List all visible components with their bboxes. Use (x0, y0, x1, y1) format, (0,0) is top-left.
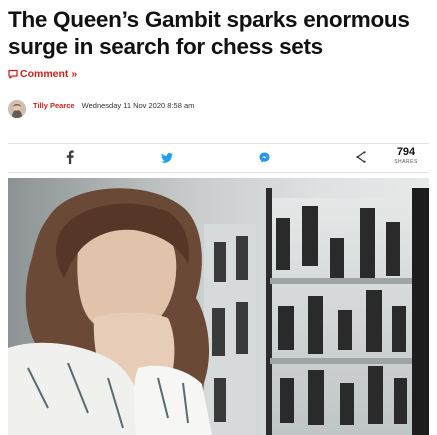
comment-icon (8, 69, 18, 79)
share-button[interactable] (347, 148, 375, 170)
twitter-icon (161, 150, 173, 168)
share-count-label: SHARES (394, 159, 418, 165)
share-icon (356, 150, 366, 168)
share-bar: 794 SHARES (8, 143, 429, 173)
share-count: 794 SHARES (386, 147, 426, 165)
article-headline: The Queen’s Gambit sparks enormous surge… (8, 7, 410, 59)
author-name[interactable]: Tilly Pearce (33, 101, 75, 110)
facebook-icon (66, 150, 74, 169)
comment-label: Comment » (20, 68, 78, 80)
share-count-number: 794 (396, 146, 416, 158)
author-avatar[interactable] (8, 100, 26, 118)
messenger-icon (259, 150, 270, 168)
twitter-share-button[interactable] (153, 148, 181, 170)
hero-image (8, 178, 429, 435)
facebook-share-button[interactable] (56, 148, 84, 170)
publish-date: Wednesday 11 Nov 2020 8:58 am (81, 101, 195, 110)
byline: Tilly Pearce Wednesday 11 Nov 2020 8:58 … (8, 92, 194, 128)
messenger-share-button[interactable] (250, 148, 278, 170)
comment-link[interactable]: Comment » (8, 67, 77, 81)
